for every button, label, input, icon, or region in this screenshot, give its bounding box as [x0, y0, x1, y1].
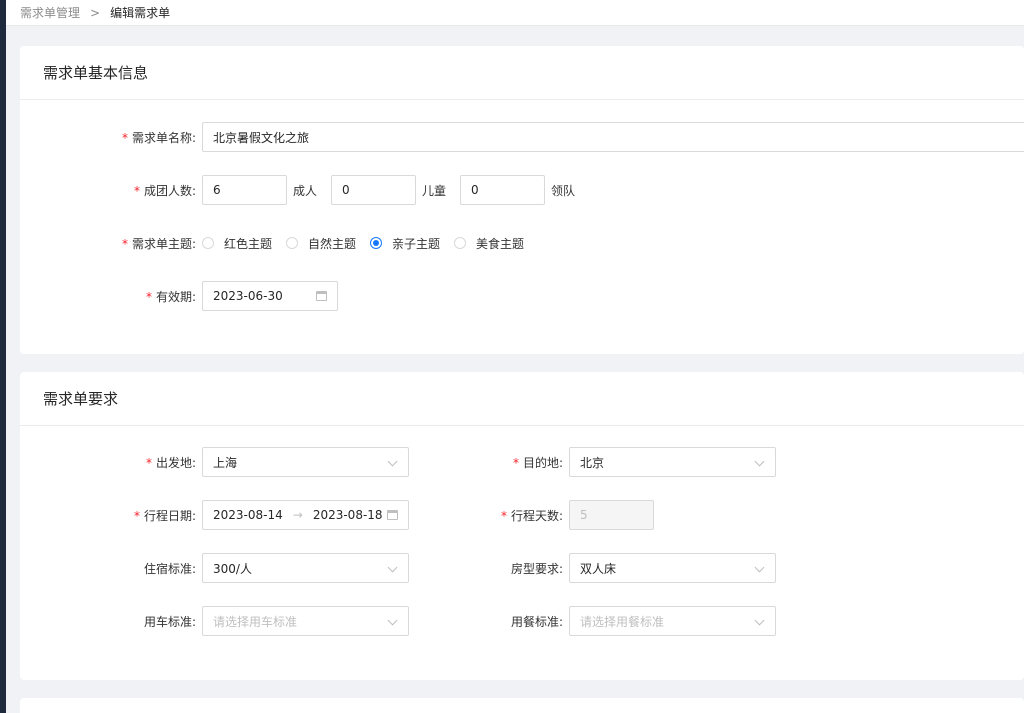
destination-label: * 目的地:: [512, 455, 563, 470]
next-section-card: [20, 698, 1024, 713]
hotel-standard-row: 住宿标准: 300/人: [20, 552, 409, 584]
basic-info-card: 需求单基本信息 * 需求单名称: 北京暑假文化之旅 * 成团人数: 6 成人 0 儿…: [20, 46, 1024, 354]
hotel-standard-select[interactable]: 300/人: [202, 553, 409, 583]
trip-date-range-picker[interactable]: 2023-08-14 → 2023-08-18: [202, 500, 409, 530]
validity-label: * 有效期:: [145, 289, 196, 304]
room-type-row: 房型要求: 双人床: [430, 552, 776, 584]
car-standard-row: 用车标准: 请选择用车标准: [20, 605, 409, 637]
leaders-unit: 领队: [551, 183, 576, 198]
radio-icon: [454, 237, 467, 249]
room-type-select[interactable]: 双人床: [569, 553, 776, 583]
chevron-down-icon: [754, 562, 765, 573]
breadcrumb-parent[interactable]: 需求单管理: [20, 4, 80, 21]
adults-unit: 成人: [293, 183, 318, 198]
meal-standard-label: 用餐标准:: [510, 614, 563, 629]
trip-days-input: 5: [569, 500, 654, 530]
departure-select[interactable]: 上海: [202, 447, 409, 477]
leaders-input[interactable]: 0: [460, 175, 546, 205]
departure-label: * 出发地:: [145, 455, 196, 470]
chevron-down-icon: [754, 615, 765, 626]
car-standard-label: 用车标准:: [143, 614, 196, 629]
radio-checked-icon: [370, 237, 383, 249]
room-type-label: 房型要求:: [510, 561, 563, 576]
trip-days-label: * 行程天数:: [500, 508, 563, 523]
basic-info-title: 需求单基本信息: [20, 46, 1024, 100]
calendar-icon: [387, 510, 398, 520]
trip-days-row: * 行程天数: 5: [430, 499, 654, 531]
arrow-right-icon: →: [292, 508, 303, 522]
trip-dates-label: * 行程日期:: [133, 508, 196, 523]
theme-option-nature[interactable]: 自然主题: [286, 235, 356, 252]
theme-label: * 需求单主题:: [121, 236, 196, 251]
sidebar-edge: [0, 0, 6, 713]
car-standard-select[interactable]: 请选择用车标准: [202, 606, 409, 636]
chevron-down-icon: [754, 456, 765, 467]
theme-radio-group: 红色主题 自然主题 亲子主题 美食主题: [202, 235, 538, 252]
trip-start-date: 2023-08-14: [213, 508, 283, 522]
children-unit: 儿童: [422, 183, 447, 198]
group-size-row: * 成团人数: 6 成人 0 儿童 0 领队: [20, 174, 589, 206]
theme-row: * 需求单主题: 红色主题 自然主题 亲子主题 美食主题: [20, 227, 538, 259]
group-size-label: * 成团人数:: [133, 183, 196, 198]
departure-row: * 出发地: 上海: [20, 446, 409, 478]
hotel-standard-label: 住宿标准:: [143, 561, 196, 576]
theme-option-family[interactable]: 亲子主题: [370, 235, 440, 252]
requirements-card: 需求单要求 * 出发地: 上海 * 目的地: 北京 * 行程日期: 2023-08-1…: [20, 372, 1024, 680]
radio-icon: [286, 237, 299, 249]
breadcrumb: 需求单管理 > 编辑需求单: [6, 0, 1024, 26]
name-input[interactable]: 北京暑假文化之旅: [202, 122, 1024, 152]
requirements-title: 需求单要求: [20, 372, 1024, 426]
trip-end-date: 2023-08-18: [312, 508, 383, 522]
radio-icon: [202, 237, 214, 249]
chevron-down-icon: [387, 615, 398, 626]
chevron-down-icon: [387, 456, 398, 467]
name-label: * 需求单名称:: [121, 130, 196, 145]
destination-row: * 目的地: 北京: [430, 446, 776, 478]
calendar-icon: [316, 291, 327, 301]
chevron-right-icon: >: [90, 5, 101, 20]
trip-dates-row: * 行程日期: 2023-08-14 → 2023-08-18: [20, 499, 409, 531]
destination-select[interactable]: 北京: [569, 447, 776, 477]
children-input[interactable]: 0: [331, 175, 417, 205]
breadcrumb-current: 编辑需求单: [110, 6, 171, 20]
meal-standard-select[interactable]: 请选择用餐标准: [569, 606, 776, 636]
validity-date-picker[interactable]: 2023-06-30: [202, 281, 338, 311]
name-row: * 需求单名称: 北京暑假文化之旅: [20, 121, 1024, 153]
validity-row: * 有效期: 2023-06-30: [20, 280, 338, 312]
adults-input[interactable]: 6: [202, 175, 287, 205]
chevron-down-icon: [387, 562, 398, 573]
theme-option-food[interactable]: 美食主题: [454, 235, 524, 252]
theme-option-red[interactable]: 红色主题: [202, 235, 272, 252]
meal-standard-row: 用餐标准: 请选择用餐标准: [430, 605, 776, 637]
